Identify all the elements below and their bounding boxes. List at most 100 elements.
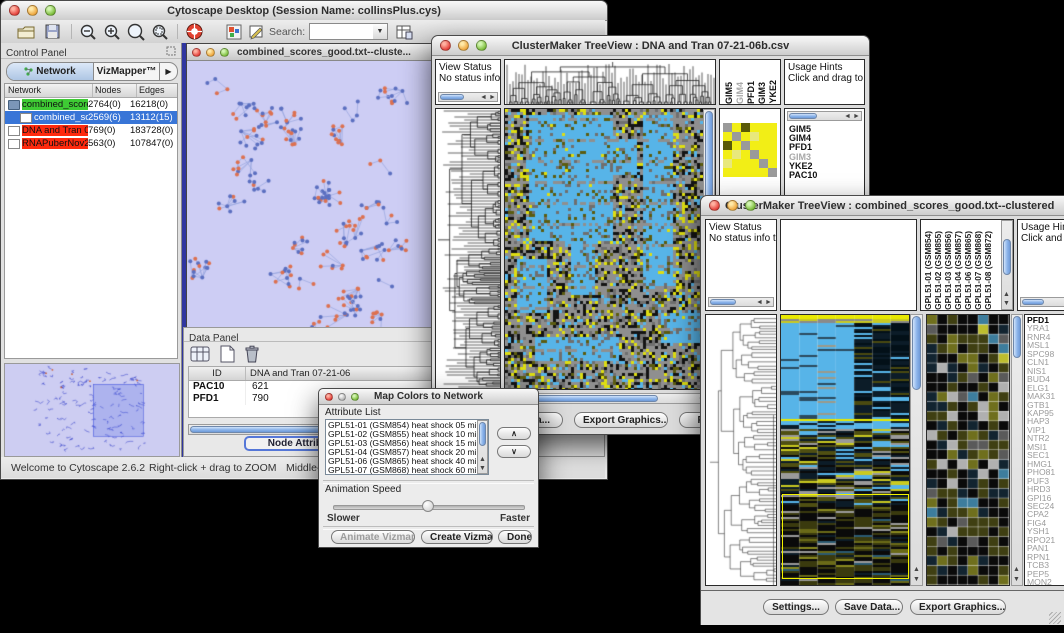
scrollbar-thumb[interactable] — [912, 316, 921, 390]
annotation-button[interactable] — [245, 22, 267, 41]
heatmap-canvas[interactable] — [505, 109, 703, 389]
network-view-frame[interactable]: combined_scores_good.txt--cluste... — [186, 43, 435, 370]
column-header-nodes[interactable]: Nodes — [93, 84, 137, 97]
tv2-settings-button[interactable]: Settings... — [763, 599, 829, 615]
scroll-up-arrow[interactable]: ▲ — [1002, 291, 1011, 299]
column-header-network[interactable]: Network — [5, 84, 93, 97]
vizmapper-button[interactable] — [223, 22, 245, 41]
create-vizmap-button[interactable]: Create Vizmap — [421, 530, 493, 544]
close-button[interactable] — [9, 5, 20, 16]
tv2-genelist-vscrollbar[interactable]: ▲ ▼ — [1011, 314, 1023, 586]
network-canvas[interactable] — [187, 61, 432, 368]
attribute-browser-button[interactable] — [393, 22, 415, 41]
column-header-edges[interactable]: Edges — [137, 84, 177, 97]
zoom-out-button[interactable] — [77, 22, 99, 41]
scroll-down-arrow[interactable]: ▼ — [478, 465, 487, 473]
scroll-up-arrow[interactable]: ▲ — [478, 456, 487, 464]
scroll-left-arrow[interactable]: ◄ — [755, 299, 764, 307]
zoom-button[interactable] — [476, 40, 487, 51]
network-frame-title-bar[interactable]: combined_scores_good.txt--cluste... — [187, 44, 434, 61]
attribute-list-item[interactable]: GPL51-04 (GSM857) heat shock 20 min — [328, 448, 488, 457]
tab-vizmapper[interactable]: VizMapper™ — [94, 63, 160, 80]
zoom-button[interactable] — [745, 200, 756, 211]
save-session-button[interactable] — [41, 22, 63, 41]
scrollbar-thumb[interactable] — [1003, 239, 1011, 275]
array-dendrogram-canvas[interactable] — [505, 60, 715, 104]
treeview2-title-bar[interactable]: ClusterMaker TreeView : combined_scores_… — [701, 196, 1064, 216]
network-table-row[interactable]: combined_sco2569(6)13112(15) — [5, 111, 177, 124]
move-up-button[interactable]: ∧ — [497, 427, 531, 440]
view-status-hscrollbar[interactable]: ◄ ► — [708, 297, 774, 307]
gene-dendrogram-canvas[interactable] — [436, 109, 500, 389]
network-table-row[interactable]: RNAPuberNov2+563(0)107847(0) — [5, 137, 177, 150]
tv2-labels-vscrollbar[interactable]: ▲ ▼ — [1001, 220, 1013, 310]
attribute-list-item[interactable]: GPL51-01 (GSM854) heat shock 05 min — [328, 421, 488, 430]
attribute-list-item[interactable]: GPL51-06 (GSM865) heat shock 40 min — [328, 457, 488, 466]
tv2-save-data-button[interactable]: Save Data... — [835, 599, 903, 615]
column-header-attr[interactable]: DNA and Tran 07-21-06 — [246, 367, 441, 380]
scroll-left-arrow[interactable]: ◄ — [479, 94, 488, 102]
trash-icon[interactable] — [244, 345, 260, 363]
minimize-button[interactable] — [458, 40, 469, 51]
zoom-button[interactable] — [220, 48, 229, 57]
zoom-fit-button[interactable] — [125, 22, 147, 41]
tv1-export-graphics-button[interactable]: Export Graphics... — [574, 412, 668, 428]
scroll-up-arrow[interactable]: ▲ — [1012, 566, 1021, 574]
close-button[interactable] — [440, 40, 451, 51]
network-overview-canvas[interactable] — [5, 364, 177, 454]
minimize-button[interactable] — [206, 48, 215, 57]
search-input[interactable] — [309, 23, 375, 40]
close-button[interactable] — [325, 393, 333, 401]
minimize-button[interactable] — [27, 5, 38, 16]
tv1-labels-hscrollbar[interactable]: ◄ ► — [787, 111, 862, 121]
attribute-list-item[interactable]: GPL51-07 (GSM868) heat shock 60 min — [328, 466, 488, 475]
usage-hints-hscrollbar[interactable] — [1020, 297, 1064, 307]
minimize-button[interactable] — [727, 200, 738, 211]
scrollbar-thumb[interactable] — [1013, 316, 1021, 358]
zoom-button[interactable] — [351, 393, 359, 401]
help-button[interactable] — [183, 22, 205, 41]
close-button[interactable] — [192, 48, 201, 57]
scroll-right-arrow[interactable]: ► — [764, 299, 773, 307]
scroll-down-arrow[interactable]: ▼ — [1002, 300, 1011, 308]
tab-network[interactable]: Network — [7, 63, 94, 80]
open-file-button[interactable] — [15, 22, 37, 41]
float-panel-icon[interactable] — [166, 46, 176, 56]
scrollbar-thumb[interactable] — [440, 94, 464, 100]
zoom-button[interactable] — [45, 5, 56, 16]
new-page-icon[interactable] — [218, 345, 236, 363]
resize-grip[interactable] — [1049, 612, 1061, 624]
tab-more-button[interactable]: ▶ — [160, 63, 177, 80]
view-status-hscrollbar[interactable]: ◄ ► — [438, 92, 498, 102]
slider-thumb[interactable] — [422, 500, 434, 512]
tv2-heatmap-vscrollbar[interactable]: ▲ ▼ — [910, 314, 923, 586]
network-table-row[interactable]: combined_scores2764(0)16218(0) — [5, 98, 177, 111]
scroll-right-arrow[interactable]: ► — [852, 113, 861, 121]
scroll-down-arrow[interactable]: ▼ — [912, 576, 921, 584]
tv2-export-graphics-button[interactable]: Export Graphics... — [910, 599, 1006, 615]
scrollbar-thumb[interactable] — [789, 113, 817, 119]
column-header-id[interactable]: ID — [189, 367, 246, 380]
attribute-listbox[interactable]: GPL51-01 (GSM854) heat shock 05 min GPL51… — [325, 419, 489, 475]
done-button[interactable]: Done — [498, 530, 532, 544]
animate-vizmap-button[interactable]: Animate Vizmap — [331, 530, 415, 544]
minimize-button[interactable] — [338, 393, 346, 401]
zoom-in-button[interactable] — [101, 22, 123, 41]
gene-dendrogram-canvas[interactable] — [706, 315, 776, 585]
network-table-row[interactable]: DNA and Tran 07769(0)183728(0) — [5, 124, 177, 137]
move-down-button[interactable]: ∨ — [497, 445, 531, 458]
scroll-left-arrow[interactable]: ◄ — [843, 113, 852, 121]
zoom-matrix[interactable] — [723, 123, 777, 177]
close-button[interactable] — [709, 200, 720, 211]
zoom-heatmap-canvas[interactable] — [927, 315, 1009, 585]
scrollbar-thumb[interactable] — [479, 422, 486, 446]
treeview1-title-bar[interactable]: ClusterMaker TreeView : DNA and Tran 07-… — [432, 36, 869, 56]
scroll-down-arrow[interactable]: ▼ — [1012, 576, 1021, 584]
attribute-list-item[interactable]: GPL51-03 (GSM856) heat shock 15 min — [328, 439, 488, 448]
scroll-right-arrow[interactable]: ► — [488, 94, 497, 102]
zoom-selected-button[interactable] — [149, 22, 171, 41]
main-title-bar[interactable]: Cytoscape Desktop (Session Name: collins… — [1, 1, 607, 21]
scrollbar-thumb[interactable] — [710, 299, 736, 305]
scrollbar-thumb[interactable] — [1022, 299, 1044, 305]
scroll-up-arrow[interactable]: ▲ — [912, 566, 921, 574]
